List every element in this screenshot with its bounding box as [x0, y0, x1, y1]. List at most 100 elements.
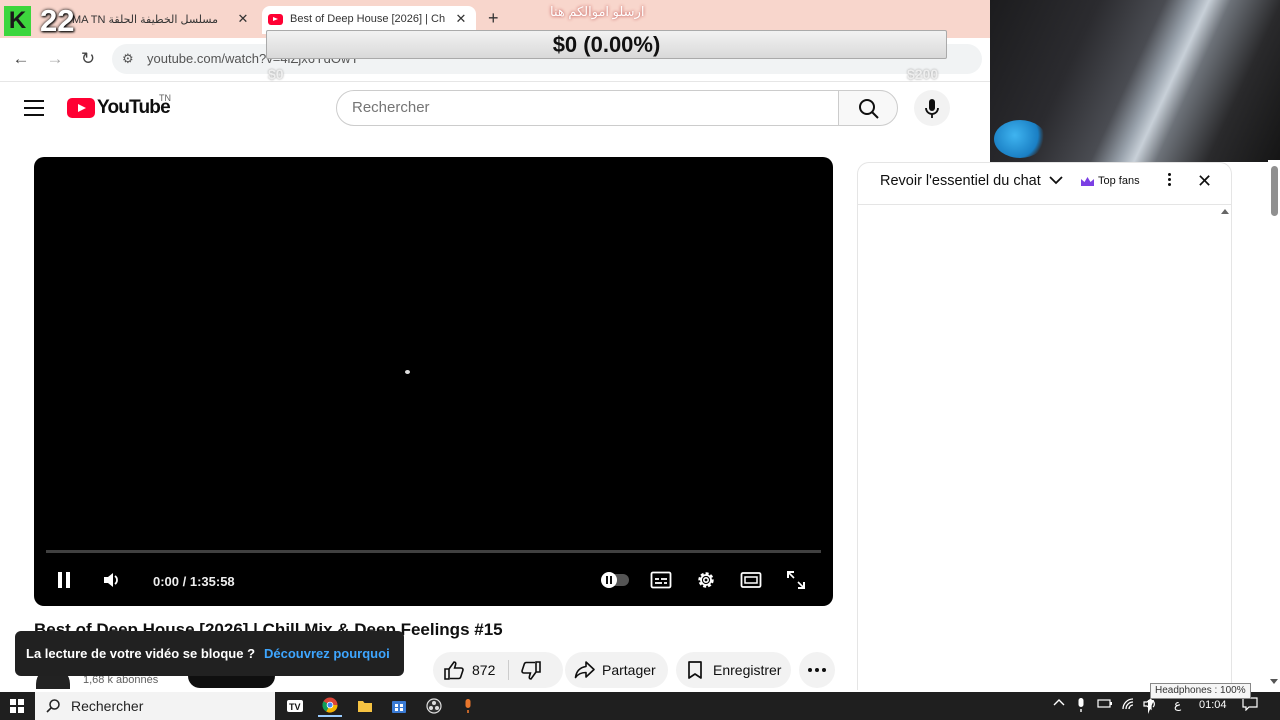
autoplay-toggle[interactable] — [601, 572, 629, 588]
chat-scroll-up-icon[interactable] — [1221, 209, 1229, 214]
donation-goal-caption: ارسلو اموالكم هنا — [550, 4, 645, 19]
forward-arrow-icon[interactable]: → — [44, 48, 66, 70]
search-button[interactable] — [838, 90, 898, 126]
tab-close-icon[interactable]: ✕ — [454, 12, 468, 26]
page-scrollbar[interactable] — [1268, 160, 1280, 692]
top-fans-button[interactable]: Top fans — [1080, 171, 1140, 191]
thumbs-down-icon[interactable] — [520, 661, 542, 681]
tray-battery-icon[interactable] — [1097, 697, 1113, 712]
chat-close-icon[interactable]: ✕ — [1197, 171, 1212, 192]
video-player[interactable]: 0:00 / 1:35:58 — [34, 157, 833, 606]
search-input[interactable]: Rechercher — [336, 90, 839, 126]
microphone-icon — [465, 699, 471, 713]
taskbar-app-obs-icon[interactable] — [422, 695, 446, 717]
scrollbar-thumb[interactable] — [1271, 166, 1278, 216]
crown-icon — [1081, 176, 1094, 186]
time-display: 0:00 / 1:35:58 — [153, 573, 235, 589]
bookmark-icon — [688, 661, 702, 679]
store-icon — [392, 701, 406, 713]
kick-logo-icon: K — [4, 6, 31, 36]
subscribe-button[interactable] — [188, 676, 275, 688]
subtitles-button[interactable] — [648, 567, 674, 593]
taskbar-app-explorer-icon[interactable] — [353, 695, 377, 717]
chat-header: Revoir l'essentiel du chat Top fans ✕ — [858, 163, 1231, 205]
live-chat-panel: Revoir l'essentiel du chat Top fans ✕ — [857, 162, 1232, 690]
search-icon — [859, 99, 879, 119]
reload-icon[interactable]: ↻ — [77, 48, 99, 70]
pause-button[interactable] — [54, 567, 74, 593]
chat-mode-dropdown[interactable]: Revoir l'essentiel du chat — [880, 173, 1063, 189]
tradingview-icon: TV — [287, 700, 303, 712]
autoplay-pause-icon — [601, 572, 617, 588]
hamburger-menu-icon[interactable] — [24, 100, 44, 116]
progress-bar[interactable] — [46, 550, 821, 553]
new-tab-button[interactable]: + — [488, 8, 506, 28]
voice-search-button[interactable] — [914, 90, 950, 126]
gear-icon — [698, 572, 714, 588]
subtitles-icon — [650, 571, 672, 589]
taskbar-search[interactable]: Rechercher — [35, 692, 275, 720]
share-arrow-icon — [574, 661, 595, 679]
share-button[interactable]: Partager — [565, 652, 668, 688]
like-count: 872 — [472, 662, 496, 678]
like-divider — [508, 660, 509, 680]
taskbar-app-store-icon[interactable] — [387, 695, 411, 717]
playback-issue-toast: La lecture de votre vidéo se bloque ? Dé… — [15, 631, 404, 676]
youtube-header: YouTube TN Rechercher — [0, 82, 990, 138]
donation-goal-max: $200 — [907, 66, 939, 82]
tray-chevron-up-icon[interactable] — [1053, 697, 1065, 712]
site-info-icon[interactable]: ⚙ — [122, 51, 134, 67]
volume-icon — [104, 573, 118, 587]
chevron-down-icon — [1049, 176, 1063, 185]
share-label: Partager — [602, 662, 656, 678]
logo-region: TN — [159, 93, 171, 103]
headphones-volume-tooltip: Headphones : 100% — [1150, 683, 1251, 699]
donation-goal-min: $0 — [268, 66, 284, 82]
more-horizontal-icon — [808, 668, 826, 672]
windows-start-icon[interactable] — [10, 699, 24, 713]
loading-spinner-icon — [405, 370, 410, 374]
tray-wifi-icon[interactable] — [1121, 697, 1137, 714]
tray-microphone-icon[interactable] — [1076, 697, 1086, 716]
theater-mode-icon — [740, 572, 762, 588]
microphone-icon — [925, 99, 939, 118]
tray-language[interactable]: ع — [1174, 697, 1181, 711]
tab-title: مسلسل الخطيفة الحلقة MA TN — [72, 14, 219, 26]
chat-more-icon[interactable] — [1165, 171, 1173, 191]
youtube-logo[interactable]: YouTube TN — [67, 93, 171, 119]
taskbar-app-tradingview-icon[interactable]: TV — [283, 695, 307, 717]
badge-number: 22 — [40, 3, 75, 38]
obs-icon — [426, 698, 442, 714]
webcam-overlay — [990, 0, 1280, 162]
fullscreen-button[interactable] — [783, 567, 809, 593]
taskbar-clock[interactable]: 01:04 — [1199, 699, 1227, 711]
thumbs-up-icon[interactable] — [443, 660, 465, 680]
more-actions-button[interactable] — [799, 652, 835, 688]
fullscreen-icon — [787, 571, 805, 589]
youtube-favicon-icon — [268, 14, 283, 25]
windows-taskbar: Rechercher TV ع 01:04 — [0, 692, 1280, 720]
youtube-play-icon — [67, 98, 95, 118]
top-fans-label: Top fans — [1098, 175, 1140, 187]
save-button[interactable]: Enregistrer — [676, 652, 791, 688]
volume-button[interactable] — [100, 567, 124, 593]
search-box: Rechercher — [336, 90, 898, 126]
search-icon — [46, 699, 60, 713]
scroll-down-icon[interactable] — [1270, 679, 1278, 684]
back-arrow-icon[interactable]: ← — [10, 48, 32, 70]
toast-learn-more-link[interactable]: Découvrez pourquoi — [264, 646, 390, 661]
tab-title: Best of Deep House [2026] | Ch — [290, 13, 446, 25]
donation-goal-bar: $0 (0.00%) — [266, 30, 947, 59]
svg-text:TV: TV — [289, 702, 301, 712]
like-dislike-group: 872 — [433, 652, 563, 688]
chat-mode-label: Revoir l'essentiel du chat — [880, 173, 1041, 189]
taskbar-app-chrome-icon[interactable] — [318, 695, 342, 717]
folder-icon — [358, 701, 372, 712]
webcam-blur — [994, 120, 1046, 158]
settings-button[interactable] — [693, 567, 719, 593]
tab-close-icon[interactable]: ✕ — [236, 12, 250, 26]
taskbar-app-microphone-icon[interactable] — [456, 695, 480, 717]
notification-center-icon[interactable] — [1242, 697, 1258, 714]
theater-mode-button[interactable] — [738, 567, 764, 593]
save-label: Enregistrer — [713, 662, 782, 678]
